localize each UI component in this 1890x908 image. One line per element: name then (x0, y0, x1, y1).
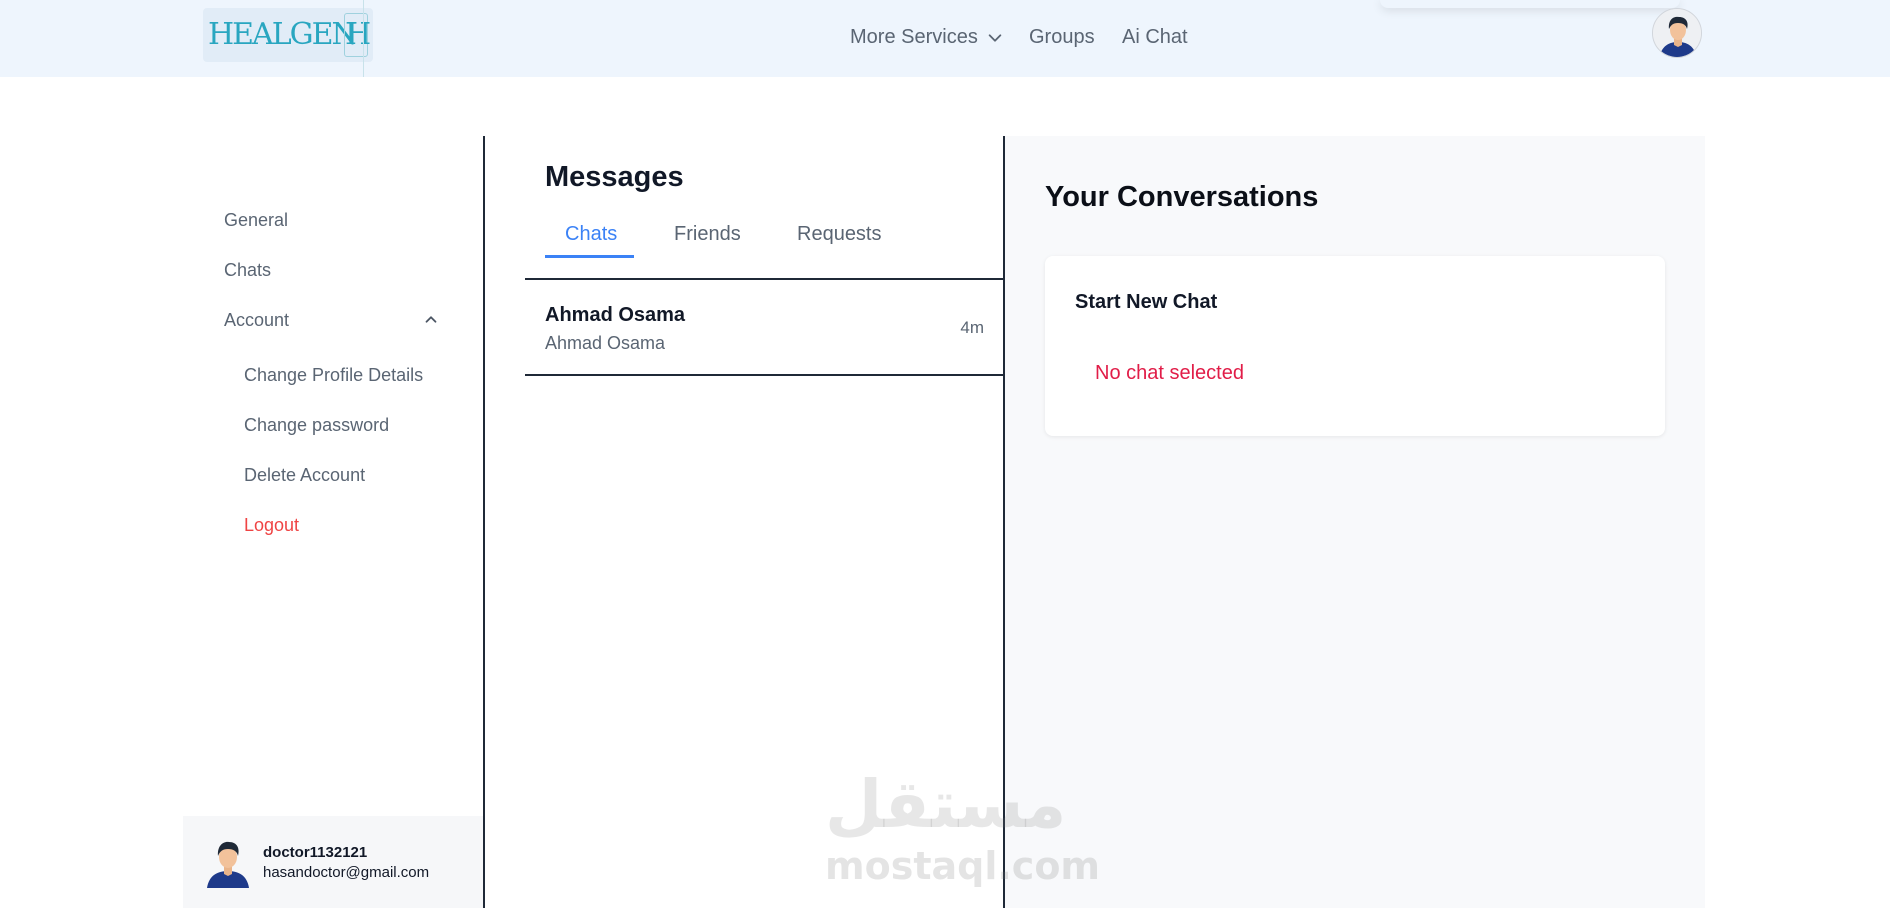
user-avatar-icon[interactable] (1652, 8, 1702, 58)
conversation-panel: Your Conversations Start New Chat No cha… (1005, 136, 1705, 908)
sidebar-divider (483, 136, 485, 908)
sidebar-item-general[interactable]: General (224, 210, 288, 231)
top-header: HEALGEN H More Services Groups Ai Chat (0, 0, 1890, 77)
profile-email: hasandoctor@gmail.com (263, 864, 430, 881)
active-tab-indicator (545, 255, 634, 258)
brand-logo[interactable]: HEALGEN H (203, 8, 373, 62)
profile-username: doctor1132121 (263, 844, 368, 861)
chat-list-item[interactable]: Ahmad Osama Ahmad Osama 4m (525, 280, 1005, 374)
sidebar-item-account[interactable]: Account (224, 310, 289, 331)
header-shadow (1380, 0, 1680, 8)
nav-more-services[interactable]: More Services (850, 26, 1004, 49)
logo-text: HEALGEN (208, 17, 358, 52)
sidebar-item-delete-account[interactable]: Delete Account (244, 465, 365, 486)
chat-contact-name: Ahmad Osama (545, 304, 686, 326)
messages-title: Messages (545, 161, 684, 193)
tab-requests[interactable]: Requests (797, 223, 882, 246)
logo-mark: H (344, 13, 371, 57)
avatar (205, 838, 251, 888)
conversation-title: Your Conversations (1045, 181, 1319, 213)
chat-list-divider-bottom (525, 374, 1005, 376)
tab-friends[interactable]: Friends (674, 223, 741, 246)
sidebar-item-change-profile[interactable]: Change Profile Details (244, 365, 423, 386)
sidebar-item-logout[interactable]: Logout (244, 515, 299, 536)
sidebar-item-change-password[interactable]: Change password (244, 415, 389, 436)
start-chat-card: Start New Chat No chat selected (1045, 256, 1665, 436)
nav-groups[interactable]: Groups (1029, 26, 1095, 49)
chevron-down-icon (988, 33, 1002, 42)
watermark-arabic: مستقل (825, 766, 1067, 843)
tab-chats[interactable]: Chats (565, 223, 617, 246)
sidebar-profile-card[interactable]: doctor1132121 hasandoctor@gmail.com (183, 816, 483, 908)
start-new-chat-heading[interactable]: Start New Chat (1075, 291, 1217, 314)
no-chat-selected-text: No chat selected (1095, 362, 1244, 384)
sidebar-item-chats[interactable]: Chats (224, 260, 271, 281)
chat-timestamp: 4m (960, 318, 984, 337)
nav-more-services-label: More Services (850, 26, 978, 48)
logo-divider (363, 0, 364, 77)
watermark-latin: mostaql.com (825, 844, 1101, 888)
nav-ai-chat[interactable]: Ai Chat (1122, 26, 1188, 49)
chat-last-message: Ahmad Osama (545, 333, 666, 353)
chevron-up-icon[interactable] (422, 310, 440, 328)
watermark: مستقل mostaql.com (825, 766, 1101, 892)
